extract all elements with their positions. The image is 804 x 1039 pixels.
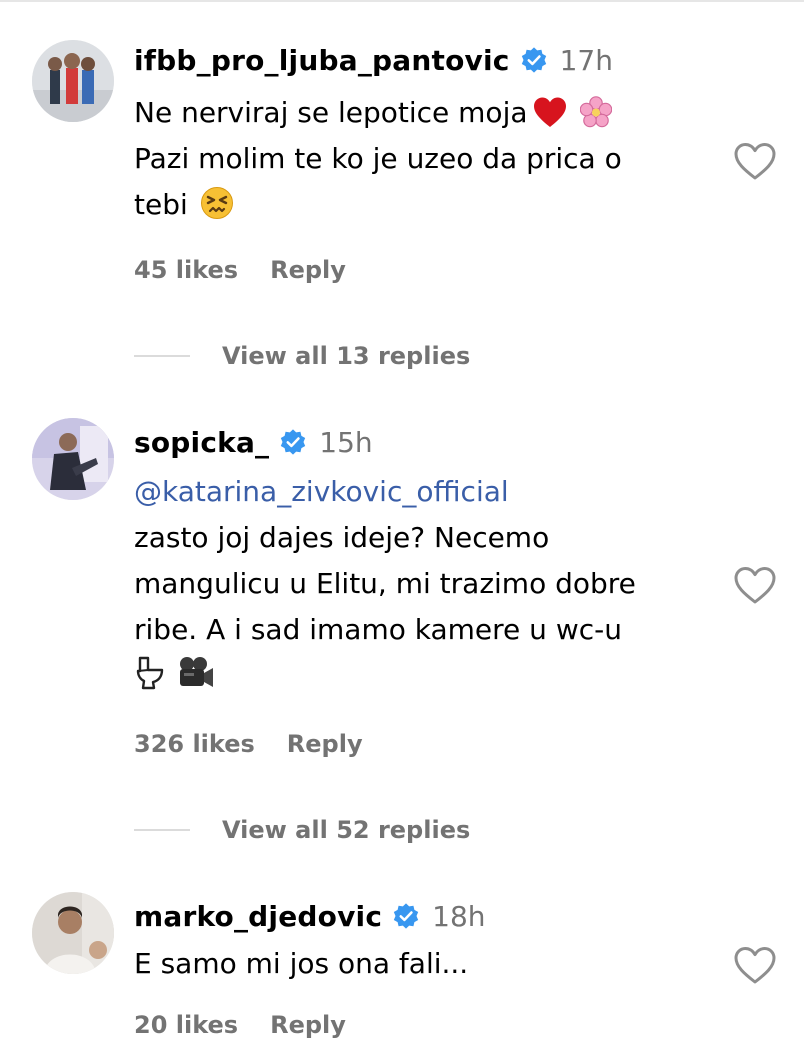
avatar[interactable] — [32, 892, 114, 974]
comment-header: ifbb_pro_ljuba_pantovic 17h — [134, 40, 613, 80]
view-replies-button[interactable]: View all 52 replies — [134, 816, 470, 844]
comment-line: ribe. A i sad imamo kamere u wc-u — [134, 613, 622, 646]
view-replies-label: View all 13 replies — [222, 342, 471, 370]
comment-header: marko_djedovic 18h — [134, 896, 486, 936]
likes-count[interactable]: 326 likes — [134, 730, 255, 758]
reply-button[interactable]: Reply — [287, 730, 363, 758]
comment-line: tebi — [134, 188, 188, 221]
view-replies-button[interactable]: View all 13 replies — [134, 342, 470, 370]
comment-line: mangulicu u Elitu, mi trazimo dobre — [134, 567, 636, 600]
verified-badge-icon — [520, 46, 548, 74]
comment-line: Ne nerviraj se lepotice moja — [134, 96, 528, 129]
like-heart-icon[interactable] — [732, 140, 778, 182]
username[interactable]: marko_djedovic — [134, 900, 382, 933]
mention-link[interactable]: @katarina_zivkovic_official — [134, 469, 714, 515]
top-divider — [0, 0, 804, 2]
verified-badge-icon — [279, 428, 307, 456]
comment-time: 18h — [432, 899, 486, 933]
avatar[interactable] — [32, 418, 114, 500]
replies-divider — [134, 829, 190, 831]
comment-line: zasto joj dajes ideje? Necemo — [134, 521, 550, 554]
likes-count[interactable]: 45 likes — [134, 256, 238, 284]
comment-text: @katarina_zivkovic_official zasto joj da… — [134, 469, 714, 699]
verified-badge-icon — [392, 902, 420, 930]
red-heart-icon — [532, 96, 568, 128]
username[interactable]: ifbb_pro_ljuba_pantovic — [134, 44, 510, 77]
likes-count[interactable]: 20 likes — [134, 1011, 238, 1039]
like-heart-icon[interactable] — [732, 564, 778, 606]
comment-meta: 20 likes Reply — [134, 1011, 346, 1039]
toilet-icon — [134, 655, 168, 691]
comment-time: 17h — [559, 43, 613, 77]
confounded-face-icon — [200, 186, 234, 220]
replies-divider — [134, 355, 190, 357]
comment-meta: 326 likes Reply — [134, 730, 363, 758]
video-camera-icon — [176, 655, 216, 691]
avatar[interactable] — [32, 40, 114, 122]
reply-button[interactable]: Reply — [270, 1011, 346, 1039]
comment-meta: 45 likes Reply — [134, 256, 346, 284]
comment-text: Ne nerviraj se lepotice moja Pazi molim … — [134, 90, 714, 228]
comment-header: sopicka_ 15h — [134, 422, 373, 462]
cherry-blossom-icon — [579, 96, 612, 128]
comment-line: E samo mi jos ona fali... — [134, 947, 469, 980]
username[interactable]: sopicka_ — [134, 426, 269, 459]
comment-text: E samo mi jos ona fali... — [134, 941, 714, 987]
like-heart-icon[interactable] — [732, 944, 778, 986]
view-replies-label: View all 52 replies — [222, 816, 471, 844]
comment-time: 15h — [319, 425, 373, 459]
reply-button[interactable]: Reply — [270, 256, 346, 284]
comment-line: Pazi molim te ko je uzeo da prica o — [134, 142, 622, 175]
